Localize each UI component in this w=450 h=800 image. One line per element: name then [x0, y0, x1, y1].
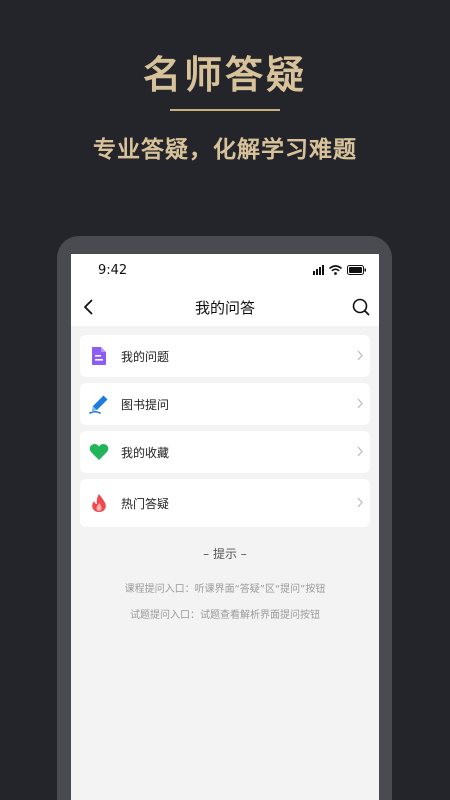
chevron-right-icon: [356, 347, 364, 366]
nav-bar: 我的问答: [71, 288, 379, 326]
chevron-right-icon: [356, 443, 364, 462]
menu-item-book-questions[interactable]: 图书提问: [80, 383, 370, 425]
tips-title: – 提示 –: [203, 547, 247, 561]
menu-item-label: 热门答疑: [121, 496, 170, 511]
promo-title: 名师答疑: [142, 52, 307, 97]
document-icon: [89, 346, 109, 366]
tips-line: 试题提问入口：试题查看解析界面提问按钮: [130, 610, 320, 621]
phone-screen: 9:42 我的问答 我的问题 图书提问 我的收藏 热门答疑 – 提示 – 课程提…: [71, 254, 379, 800]
pencil-icon: [89, 394, 109, 414]
chevron-right-icon: [356, 494, 364, 513]
signal-icon: [313, 265, 324, 275]
menu-item-hot-answers[interactable]: 热门答疑: [80, 479, 370, 527]
battery-icon: [347, 265, 367, 275]
menu-item-my-questions[interactable]: 我的问题: [80, 335, 370, 377]
page-title: 我的问答: [194, 298, 255, 317]
menu-item-label: 图书提问: [121, 397, 170, 412]
heart-icon: [89, 442, 109, 462]
promo-divider: [170, 109, 280, 111]
menu-list: 我的问题 图书提问 我的收藏 热门答疑: [71, 326, 379, 527]
status-icons: [313, 265, 367, 275]
chevron-right-icon: [356, 395, 364, 414]
menu-item-label: 我的收藏: [121, 445, 170, 460]
flame-icon: [89, 493, 109, 513]
search-icon[interactable]: [351, 297, 371, 317]
tips-line: 课程提问入口：听课界面“答疑”区“提问”按钮: [124, 584, 326, 595]
promo-subtitle: 专业答疑，化解学习难题: [93, 136, 357, 163]
menu-item-favorites[interactable]: 我的收藏: [80, 431, 370, 473]
chevron-left-icon[interactable]: [79, 297, 99, 317]
wifi-icon: [329, 265, 342, 275]
status-time: 9:42: [98, 263, 128, 278]
menu-item-label: 我的问题: [121, 349, 170, 364]
status-bar: 9:42: [71, 254, 379, 288]
